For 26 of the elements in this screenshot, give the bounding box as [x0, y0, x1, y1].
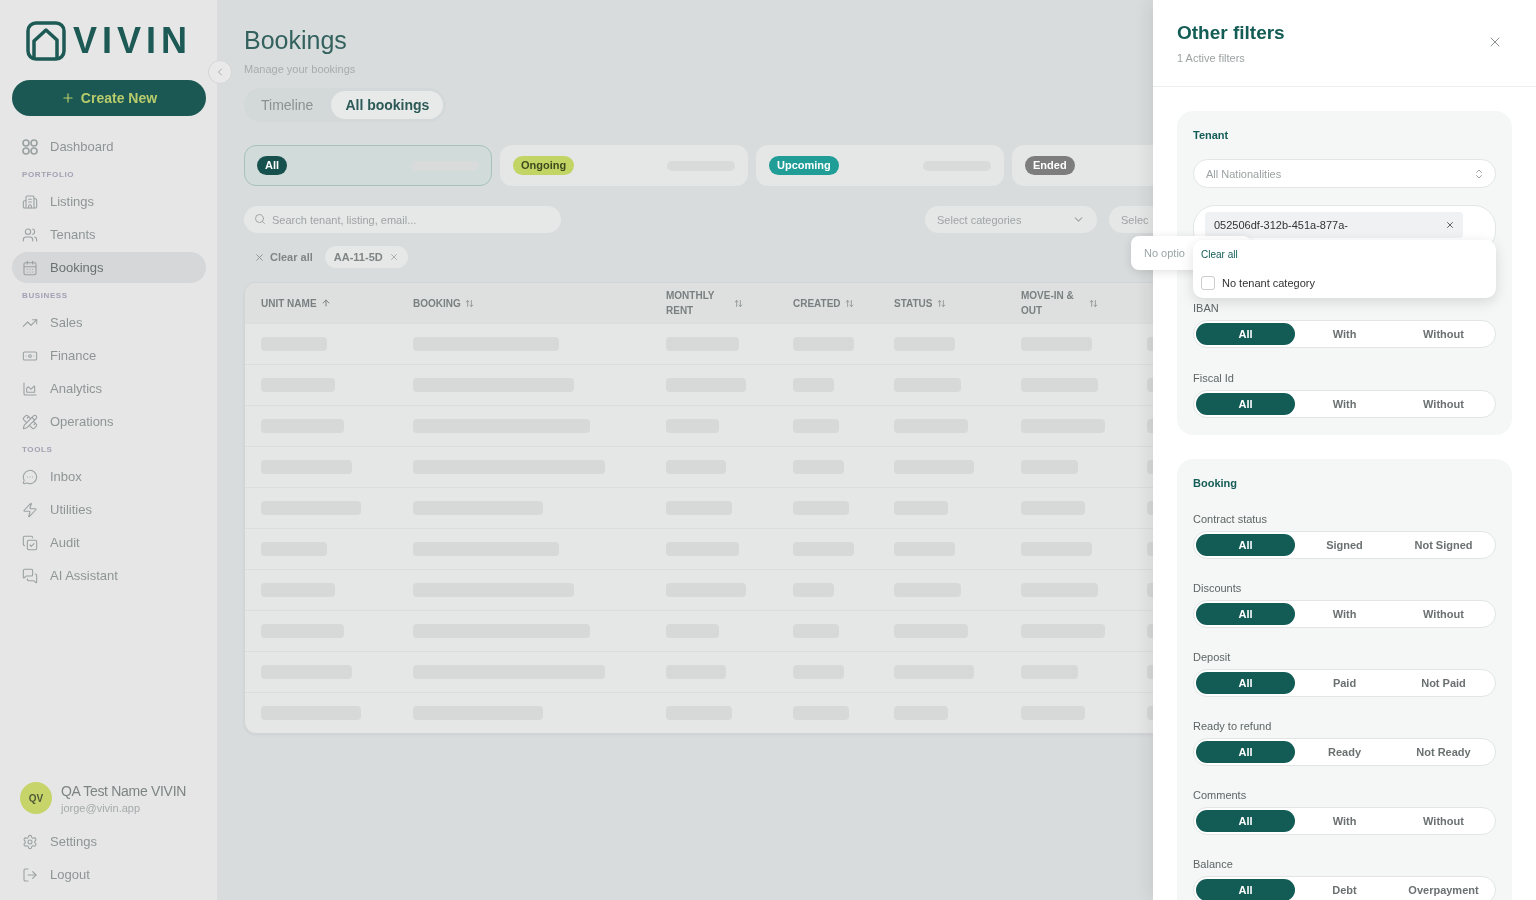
filter-label: Deposit — [1193, 651, 1232, 664]
nav-section-heading: BUSINESS — [21, 289, 69, 302]
nav-section-heading: TOOLS — [21, 443, 54, 456]
filter-label: IBAN — [1193, 302, 1220, 315]
status-badge: Upcoming — [769, 156, 839, 175]
filter-label: Fiscal Id — [1193, 372, 1235, 385]
section-title: Booking — [1193, 477, 1238, 489]
drawer-subtitle: 1 Active filters — [1177, 52, 1246, 64]
user-name: QA Test Name VIVIN — [61, 782, 187, 799]
chip-label: AA-11-5D — [333, 251, 383, 263]
drawer-title: Other filters — [1177, 22, 1285, 44]
filter-label: Ready to refund — [1193, 720, 1273, 733]
status-badge: All — [257, 156, 288, 175]
logo-text: VIVIN — [73, 23, 192, 59]
section-title: Tenant — [1193, 129, 1230, 141]
nav-section-heading: PORTFOLIO — [21, 168, 76, 181]
status-badge: Ended — [1025, 156, 1075, 175]
page-title: Bookings — [244, 26, 347, 54]
status-badge: Ongoing — [513, 156, 575, 175]
filter-label: Balance — [1193, 858, 1234, 871]
filter-label: Comments — [1193, 789, 1248, 802]
filter-label: Discounts — [1193, 582, 1243, 595]
filter-label: Contract status — [1193, 513, 1268, 526]
avatar: QV — [20, 782, 52, 814]
chip-text: 052506df-312b-451a-877a- — [1214, 219, 1348, 231]
user-email: jorge@vivin.app — [61, 801, 142, 814]
